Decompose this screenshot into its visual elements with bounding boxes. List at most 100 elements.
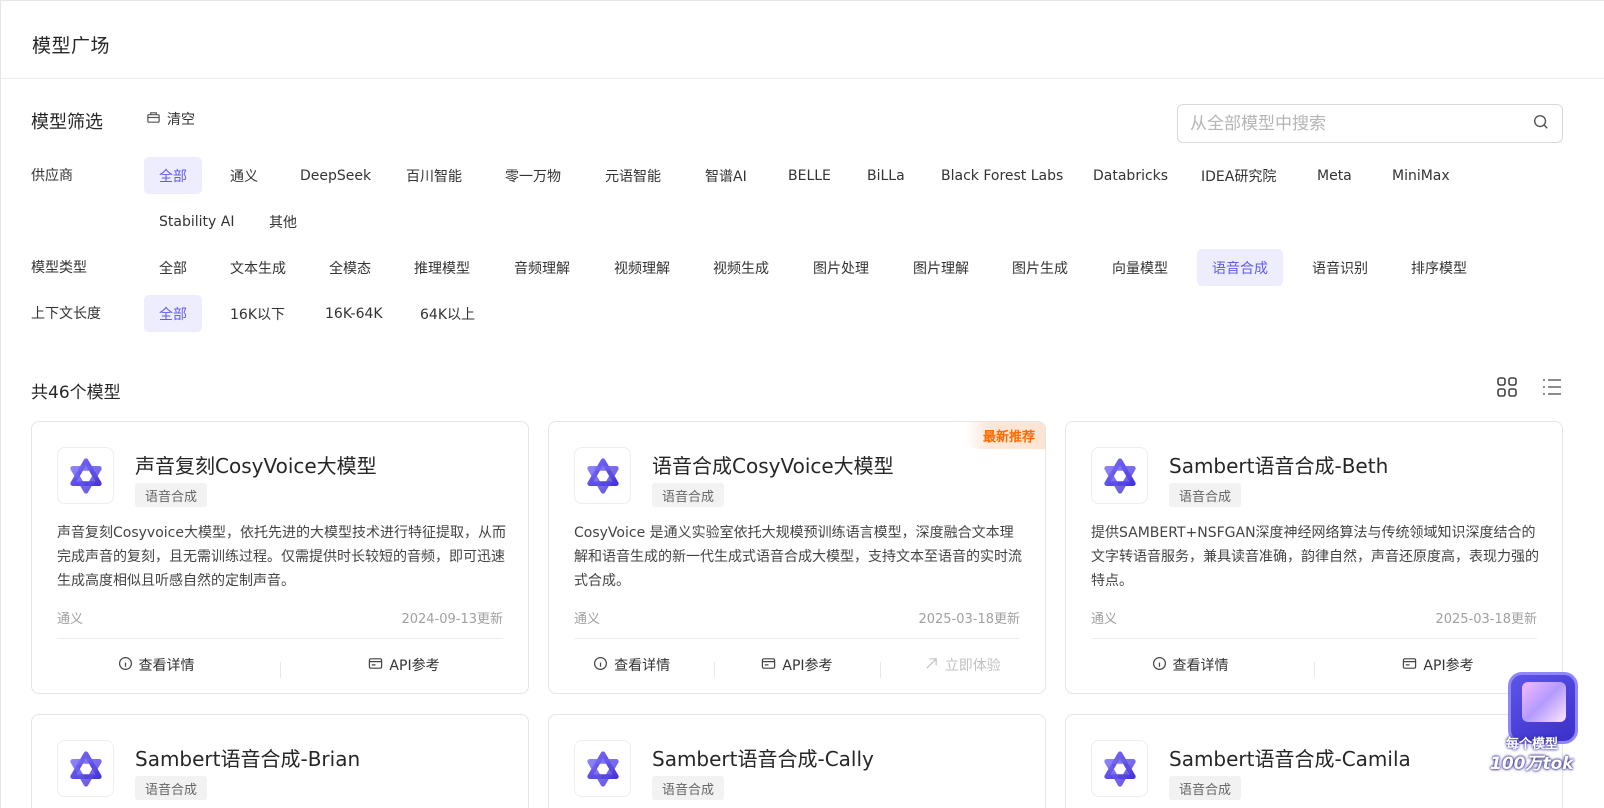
type-chip-image-gen[interactable]: 图片生成 <box>997 249 1083 286</box>
api-reference-button[interactable]: API参考 <box>280 655 528 678</box>
arrow-up-right-icon <box>924 656 939 675</box>
model-title[interactable]: Sambert语音合成-Brian <box>135 743 360 772</box>
view-details-button[interactable]: 查看详情 <box>32 655 280 675</box>
api-icon <box>761 656 776 675</box>
model-logo-icon <box>574 447 631 504</box>
info-icon <box>593 656 608 675</box>
model-type-tag: 语音合成 <box>652 483 725 507</box>
search-icon[interactable] <box>1532 113 1550 135</box>
recommended-badge: 最新推荐 <box>964 422 1045 449</box>
vendor-chip-tongyi[interactable]: 通义 <box>215 157 273 194</box>
type-chip-tts[interactable]: 语音合成 <box>1197 249 1283 286</box>
context-chip-over-64k[interactable]: 64K以上 <box>405 295 490 332</box>
vendor-filter-label: 供应商 <box>31 168 73 184</box>
model-type-tag: 语音合成 <box>652 776 725 800</box>
model-card[interactable]: Sambert语音合成-Beth 语音合成 提供SAMBERT+NSFGAN深度… <box>1065 421 1563 694</box>
grid-view-icon[interactable] <box>1496 376 1518 398</box>
model-title[interactable]: Sambert语音合成-Camila <box>1169 743 1411 772</box>
model-logo-icon <box>1091 447 1148 504</box>
card-divider <box>574 638 1020 639</box>
model-title[interactable]: Sambert语音合成-Beth <box>1169 450 1388 479</box>
type-chip-reasoning[interactable]: 推理模型 <box>399 249 485 286</box>
model-type-tag: 语音合成 <box>1169 483 1242 507</box>
promo-line-2: 100万tok <box>1490 754 1574 774</box>
search-box <box>1177 104 1563 143</box>
search-input[interactable] <box>1190 113 1532 134</box>
clear-filters-button[interactable]: 清空 <box>146 109 195 129</box>
model-logo-icon <box>57 447 114 504</box>
model-card[interactable]: 最新推荐 语音合成CosyVoice大模型 语音合成 CosyVoice 是通义… <box>548 421 1046 694</box>
model-title[interactable]: 声音复刻CosyVoice大模型 <box>135 450 377 479</box>
model-vendor: 通义 <box>574 612 601 627</box>
model-logo-icon <box>574 740 631 797</box>
vendor-chip-yuanyu[interactable]: 元语智能 <box>590 157 676 194</box>
context-chip-16k-64k[interactable]: 16K-64K <box>310 295 398 332</box>
vendor-chip-minimax[interactable]: MiniMax <box>1377 157 1465 194</box>
view-details-label: 查看详情 <box>1172 658 1229 674</box>
try-now-button[interactable]: 立即体验 <box>879 655 1045 678</box>
model-type-tag: 语音合成 <box>1169 776 1242 800</box>
model-vendor: 通义 <box>1091 612 1118 627</box>
model-type-tag: 语音合成 <box>135 483 208 507</box>
view-details-button[interactable]: 查看详情 <box>1066 655 1314 675</box>
type-chip-image-processing[interactable]: 图片处理 <box>798 249 884 286</box>
list-view-icon[interactable] <box>1541 376 1563 398</box>
model-logo-icon <box>57 740 114 797</box>
model-card[interactable]: Sambert语音合成-Cally 语音合成 <box>548 714 1046 808</box>
gift-icon <box>1522 682 1566 722</box>
context-length-filter-label: 上下文长度 <box>31 306 101 322</box>
api-icon <box>1402 656 1417 675</box>
model-title[interactable]: 语音合成CosyVoice大模型 <box>652 450 894 479</box>
vendor-chip-bfl[interactable]: Black Forest Labs <box>926 157 1078 194</box>
type-chip-image-understanding[interactable]: 图片理解 <box>898 249 984 286</box>
vendor-chip-all[interactable]: 全部 <box>144 157 202 194</box>
context-chip-under-16k[interactable]: 16K以下 <box>215 295 300 332</box>
model-description: 声音复刻Cosyvoice大模型，依托先进的大模型技术进行特征提取，从而完成声音… <box>57 525 506 589</box>
vendor-chip-baichuan[interactable]: 百川智能 <box>391 157 477 194</box>
vendor-chip-billa[interactable]: BiLLa <box>852 157 920 194</box>
type-chip-text-gen[interactable]: 文本生成 <box>215 249 301 286</box>
page-header: 模型广场 <box>1 1 1604 79</box>
view-details-label: 查看详情 <box>614 658 671 674</box>
card-actions: 查看详情 API参考 立即体验 <box>549 650 1045 680</box>
model-card[interactable]: Sambert语音合成-Brian 语音合成 <box>31 714 529 808</box>
promo-widget[interactable]: 每个模型 100万tok <box>1488 672 1604 774</box>
vendor-chip-meta[interactable]: Meta <box>1302 157 1367 194</box>
clear-icon <box>146 110 161 129</box>
filter-title: 模型筛选 <box>31 112 103 133</box>
type-chip-rerank[interactable]: 排序模型 <box>1396 249 1482 286</box>
api-reference-button[interactable]: API参考 <box>714 655 879 678</box>
vendor-chip-stability[interactable]: Stability AI <box>144 203 249 240</box>
model-description: 提供SAMBERT+NSFGAN深度神经网络算法与传统领域知识深度结合的文字转语… <box>1091 525 1539 589</box>
info-icon <box>118 656 133 675</box>
type-chip-video-understanding[interactable]: 视频理解 <box>599 249 685 286</box>
vendor-chip-belle[interactable]: BELLE <box>773 157 846 194</box>
api-reference-label: API参考 <box>389 658 440 674</box>
vendor-chip-databricks[interactable]: Databricks <box>1078 157 1183 194</box>
type-chip-asr[interactable]: 语音识别 <box>1297 249 1383 286</box>
view-details-label: 查看详情 <box>138 658 195 674</box>
model-type-tag: 语音合成 <box>135 776 208 800</box>
model-type-filter-label: 模型类型 <box>31 260 87 276</box>
model-vendor: 通义 <box>57 612 84 627</box>
type-chip-embedding[interactable]: 向量模型 <box>1097 249 1183 286</box>
model-title[interactable]: Sambert语音合成-Cally <box>652 743 874 772</box>
type-chip-all[interactable]: 全部 <box>144 249 202 286</box>
type-chip-omni[interactable]: 全模态 <box>314 249 386 286</box>
vendor-chip-other[interactable]: 其他 <box>254 203 312 240</box>
page-title: 模型广场 <box>32 35 111 57</box>
try-now-label: 立即体验 <box>944 658 1001 674</box>
vendor-chip-deepseek[interactable]: DeepSeek <box>285 157 386 194</box>
type-chip-audio-understanding[interactable]: 音频理解 <box>499 249 585 286</box>
vendor-chip-zhipu[interactable]: 智谱AI <box>690 157 762 194</box>
model-card[interactable]: 声音复刻CosyVoice大模型 语音合成 声音复刻Cosyvoice大模型，依… <box>31 421 529 694</box>
api-reference-label: API参考 <box>782 658 833 674</box>
view-details-button[interactable]: 查看详情 <box>549 655 714 675</box>
model-updated-date: 2024-09-13更新 <box>401 612 503 627</box>
context-chip-all[interactable]: 全部 <box>144 295 202 332</box>
card-divider <box>1091 638 1537 639</box>
vendor-chip-idea[interactable]: IDEA研究院 <box>1186 157 1291 194</box>
card-actions: 查看详情 API参考 <box>32 650 528 680</box>
type-chip-video-gen[interactable]: 视频生成 <box>698 249 784 286</box>
vendor-chip-01ai[interactable]: 零一万物 <box>490 157 576 194</box>
